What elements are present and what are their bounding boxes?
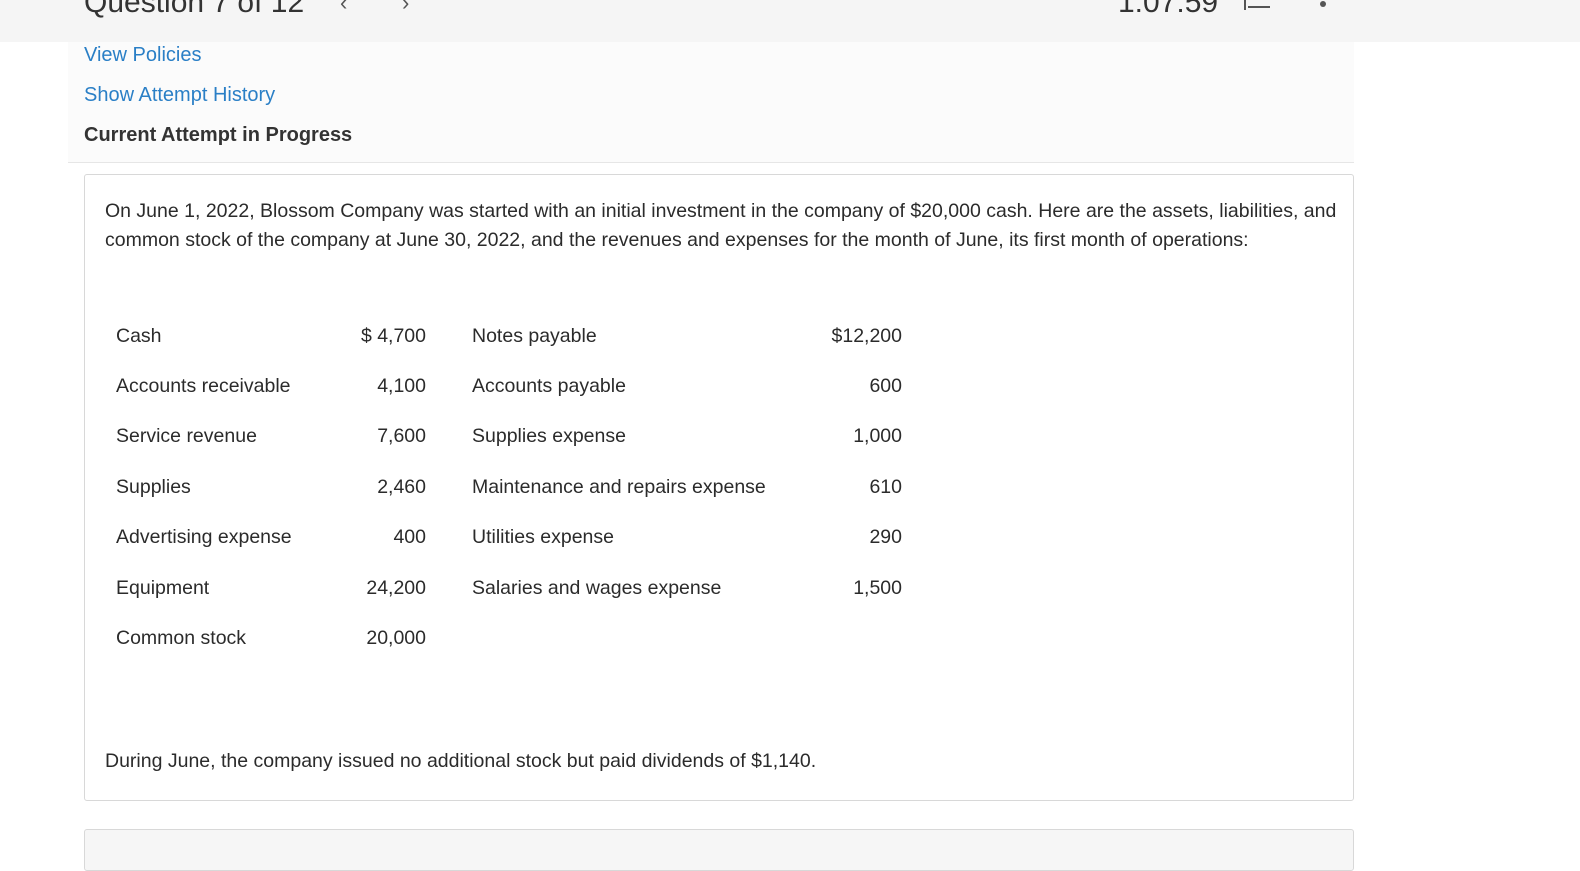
table-row: Supplies 2,460 Maintenance and repairs e… [105, 462, 902, 512]
account-amount: 400 [393, 526, 426, 549]
next-question-button[interactable]: › [402, 0, 409, 16]
account-name [426, 613, 802, 663]
account-amount: 20,000 [366, 627, 426, 650]
account-name: Notes payable [472, 324, 597, 347]
timer: 1:07:59 [1118, 0, 1219, 19]
question-counter: Question 7 of 12 [84, 0, 305, 19]
account-amount: 1,500 [853, 576, 902, 599]
question-intro-text: On June 1, 2022, Blossom Company was sta… [105, 200, 1337, 251]
show-attempt-history-link[interactable]: Show Attempt History [84, 84, 275, 107]
accounts-table: Cash $ 4,700 Notes payable $12,200 Accou… [105, 311, 902, 664]
account-amount: $ 4,700 [360, 324, 426, 347]
account-name: Cash [116, 324, 162, 347]
account-name: Supplies expense [472, 425, 626, 448]
table-row: Accounts receivable 4,100 Accounts payab… [105, 361, 902, 411]
answer-section-card [84, 829, 1354, 871]
account-name: Service revenue [116, 425, 257, 448]
account-name: Accounts receivable [116, 375, 291, 398]
previous-question-button[interactable]: ‹ [340, 0, 347, 16]
account-amount: 4,100 [377, 375, 426, 398]
account-amount: 600 [869, 375, 902, 398]
table-row: Common stock 20,000 [105, 613, 902, 663]
account-amount: 2,460 [377, 475, 426, 498]
account-name: Salaries and wages expense [472, 576, 722, 599]
account-name: Advertising expense [116, 526, 292, 549]
account-name: Accounts payable [472, 375, 626, 398]
view-policies-link[interactable]: View Policies [84, 44, 201, 67]
account-amount: 24,200 [366, 576, 426, 599]
account-name: Supplies [116, 475, 191, 498]
question-card: On June 1, 2022, Blossom Company was sta… [84, 174, 1354, 801]
account-amount: 610 [869, 475, 902, 498]
question-list-icon[interactable] [1244, 0, 1272, 10]
more-options-icon[interactable] [1318, 0, 1328, 10]
account-amount [802, 613, 902, 663]
top-bar: Question 7 of 12 ‹ › 1:07:59 [0, 0, 1580, 42]
account-amount: $12,200 [831, 324, 903, 347]
table-row: Service revenue 7,600 Supplies expense 1… [105, 412, 902, 462]
account-name: Common stock [116, 627, 247, 650]
account-amount: 7,600 [377, 425, 426, 448]
question-closing-text: During June, the company issued no addit… [105, 750, 817, 772]
account-name: Equipment [116, 576, 210, 599]
table-row: Advertising expense 400 Utilities expens… [105, 513, 902, 563]
table-row: Equipment 24,200 Salaries and wages expe… [105, 563, 902, 613]
account-name: Utilities expense [472, 526, 614, 549]
account-amount: 290 [869, 526, 902, 549]
account-amount: 1,000 [853, 425, 902, 448]
current-attempt-heading: Current Attempt in Progress [84, 124, 353, 146]
account-name: Maintenance and repairs expense [472, 475, 766, 498]
table-row: Cash $ 4,700 Notes payable $12,200 [105, 311, 902, 361]
